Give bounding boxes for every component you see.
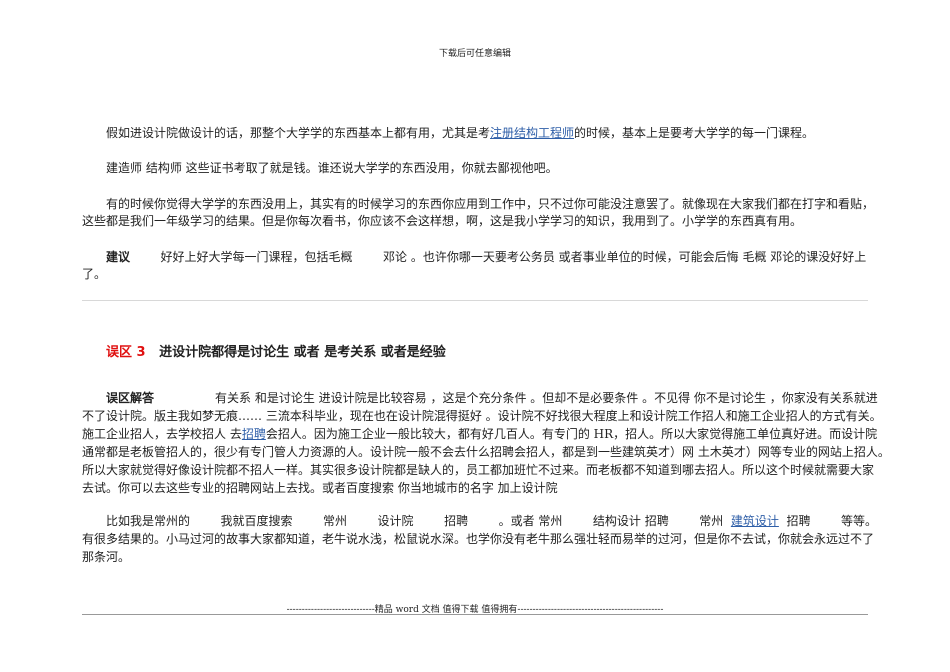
page-header: 下载后可任意编辑 <box>438 49 511 59</box>
paragraph-2: 建造师 结构师 这些证书考取了就是钱。谁还说大学学的东西没用，你就去鄙视他吧。 <box>106 161 558 175</box>
answer-line-6: 去试。你可以去这些专业的招聘网站上去找。或者百度搜索 你当地城市的名字 加上设计… <box>82 481 558 495</box>
text: 假如进设计院做设计的话，那整个大学学的东西基本上都有用，尤其是考 <box>106 126 491 140</box>
heading-number: 误区 3 <box>106 345 146 360</box>
suggestion-line-2: 了。 <box>82 267 107 281</box>
answer-label: 误区解答 <box>106 391 155 405</box>
text: 好好上好大学每一门课程，包括毛概 邓论 。也许你哪一天要考公务员 或者事业单位的… <box>130 250 867 264</box>
answer-line-3: 施工企业招人，去学校招人 去招聘会招人。因为施工企业一般比较大，都有好几百人。有… <box>82 427 877 441</box>
link-recruitment[interactable]: 招聘 <box>242 427 266 441</box>
example-line-2: 有很多结果的。小马过河的故事大家都知道，老牛说水浅，松鼠说水深。也学你没有老牛那… <box>82 532 875 546</box>
text: 比如我是常州的 我就百度搜索 常州 设计院 招聘 。或者 常州 结构设计 招聘 … <box>106 514 731 528</box>
footer-rule <box>82 614 868 615</box>
text: 有关系 和是讨论生 进设计院是比较容易 ，这是个充分条件 。但却不是必要条件 。… <box>154 391 878 405</box>
text: 会招人。因为施工企业一般比较大，都有好几百人。有专门的 HR，招人。所以大家觉得… <box>265 427 878 441</box>
answer-line-2: 不了设计院。版主我如梦无痕…… 三流本科毕业，现在也在设计院混得挺好 。设计院不… <box>82 409 882 423</box>
text: 招聘 等等。 <box>778 514 878 528</box>
link-registered-structural-engineer[interactable]: 注册结构工程师 <box>490 126 574 140</box>
section-heading: 误区 3 进设计院都得是讨论生 或者 是考关系 或者是经验 <box>106 346 446 360</box>
suggestion-paragraph: 建议 好好上好大学每一门课程，包括毛概 邓论 。也许你哪一天要考公务员 或者事业… <box>106 250 866 264</box>
example-line-3: 那条河。 <box>82 550 131 564</box>
paragraph-3-line-2: 这些都是我们一年级学习的结果。但是你每次看书，你应该不会这样想，啊，这是我小学学… <box>82 214 803 228</box>
paragraph-1: 假如进设计院做设计的话，那整个大学学的东西基本上都有用，尤其是考注册结构工程师的… <box>106 126 814 140</box>
answer-line-1: 误区解答 有关系 和是讨论生 进设计院是比较容易 ，这是个充分条件 。但却不是必… <box>106 391 878 405</box>
suggestion-label: 建议 <box>106 250 131 264</box>
text: 施工企业招人，去学校招人 去 <box>82 427 242 441</box>
example-line-1: 比如我是常州的 我就百度搜索 常州 设计院 招聘 。或者 常州 结构设计 招聘 … <box>106 514 877 528</box>
heading-title: 进设计院都得是讨论生 或者 是考关系 或者是经验 <box>159 345 446 360</box>
answer-line-5: 所以大家就觉得好像设计院都不招人一样。其实很多设计院都是缺人的，员工都加班忙不过… <box>82 463 875 477</box>
answer-line-4: 通常都是老板管招人的，很少有专门管人力资源的人。设计院一般不会去什么招聘会招人，… <box>82 445 890 459</box>
text: 的时候，基本上是要考大学学的每一门课程。 <box>574 126 815 140</box>
paragraph-3-line-1: 有的时候你觉得大学学的东西没用上，其实有的时候学习的东西你应用到工作中，只不过你… <box>106 197 875 211</box>
divider <box>82 300 868 301</box>
link-architectural-design[interactable]: 建筑设计 <box>731 514 779 528</box>
